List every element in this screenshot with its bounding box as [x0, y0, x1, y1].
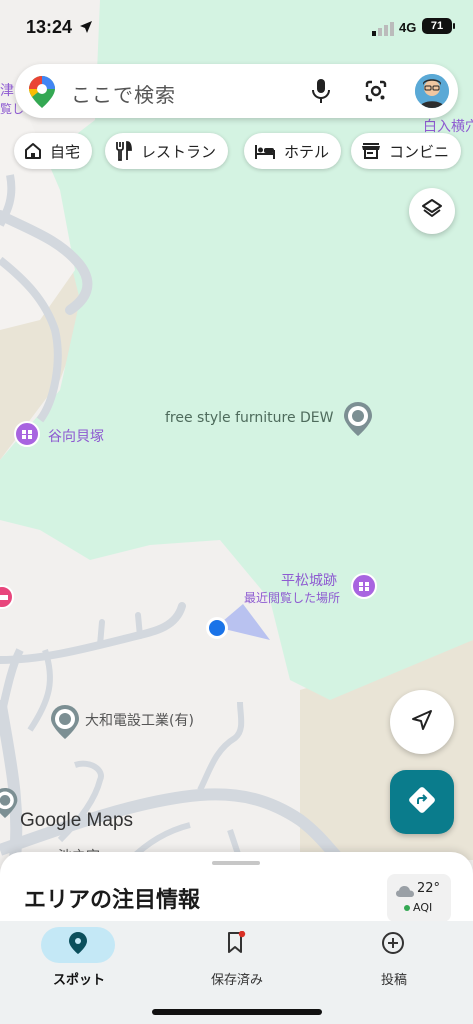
chip-hotel[interactable]: ホテル: [244, 133, 342, 169]
landmark-pin-icon[interactable]: [14, 421, 40, 451]
weather-temperature: 22°: [417, 881, 441, 896]
chip-convenience-store[interactable]: コンビニ: [351, 133, 462, 169]
nav-label: 保存済み: [210, 973, 263, 988]
my-location-button[interactable]: [390, 690, 454, 754]
map-pin-icon[interactable]: [344, 402, 372, 440]
search-bar[interactable]: ここで検索: [15, 64, 458, 118]
microphone-icon[interactable]: [311, 79, 331, 107]
status-bar: 13:24 4G 71: [0, 0, 473, 56]
hotel-icon: [254, 143, 276, 159]
nav-active-indicator: [41, 927, 115, 963]
google-lens-icon[interactable]: [364, 79, 388, 107]
bookmark-icon: [226, 930, 246, 959]
map-pin-icon[interactable]: [0, 788, 18, 822]
poi-label-edge-top-left[interactable]: 津: [0, 80, 14, 100]
home-indicator: [152, 1009, 322, 1015]
battery-tip: [453, 23, 455, 29]
poi-label-castle[interactable]: 平松城跡: [281, 570, 337, 590]
chip-label: 自宅: [50, 142, 81, 161]
poi-label-furniture[interactable]: free style furniture DEW: [165, 410, 334, 426]
chip-restaurant[interactable]: レストラン: [105, 133, 229, 169]
location-arrow-icon: [79, 19, 93, 38]
google-maps-attribution: Google Maps: [20, 810, 134, 831]
add-circle-icon: [381, 931, 405, 959]
weather-card[interactable]: 22° AQI: [387, 874, 451, 922]
navigation-arrow-icon: [411, 709, 433, 735]
aqi-status-dot: [404, 905, 410, 911]
directions-button[interactable]: [390, 770, 454, 834]
hotel-pin-icon[interactable]: [0, 585, 14, 613]
restaurant-icon: [115, 141, 133, 161]
chip-label: コンビニ: [389, 142, 450, 161]
layers-button[interactable]: [409, 188, 455, 234]
nav-tab-contribute[interactable]: 投稿: [315, 921, 473, 1001]
landmark-pin-icon[interactable]: [351, 573, 377, 603]
battery-icon: 71: [422, 18, 452, 34]
nav-tab-saved[interactable]: 保存済み: [158, 921, 316, 1001]
home-icon: [24, 142, 42, 160]
weather-aqi: AQI: [413, 901, 433, 914]
status-time: 13:24: [26, 17, 73, 37]
signal-icon: [372, 21, 394, 40]
nav-label: 投稿: [380, 973, 407, 988]
chip-home[interactable]: 自宅: [14, 133, 93, 169]
directions-icon: [408, 786, 436, 818]
network-type: 4G: [399, 20, 417, 35]
poi-label-company[interactable]: 大和電設工業(有): [85, 710, 194, 730]
category-chips: 自宅 レストラン ホテル コンビニ: [14, 133, 473, 169]
cloud-icon: [395, 883, 415, 902]
nav-tab-explore[interactable]: スポット: [0, 921, 158, 1001]
chip-label: レストラン: [141, 142, 217, 161]
nav-icon-wrap: [199, 927, 273, 963]
current-location-dot: [205, 616, 229, 644]
user-avatar[interactable]: [415, 74, 449, 108]
chip-label: ホテル: [284, 142, 330, 161]
nav-label: スポット: [52, 973, 105, 988]
explore-pin-icon: [69, 932, 87, 958]
map-pin-icon[interactable]: [51, 705, 79, 743]
store-icon: [361, 142, 381, 160]
layers-icon: [421, 198, 443, 224]
google-maps-pin-icon: [29, 76, 55, 112]
poi-label-shell-mound[interactable]: 谷向貝塚: [48, 426, 104, 446]
sheet-drag-handle[interactable]: [212, 861, 260, 865]
poi-label-castle-sub: 最近閲覧した場所: [244, 591, 341, 605]
sheet-title: エリアの注目情報: [24, 888, 201, 913]
nav-icon-wrap: [356, 927, 430, 963]
search-input[interactable]: ここで検索: [71, 79, 176, 108]
